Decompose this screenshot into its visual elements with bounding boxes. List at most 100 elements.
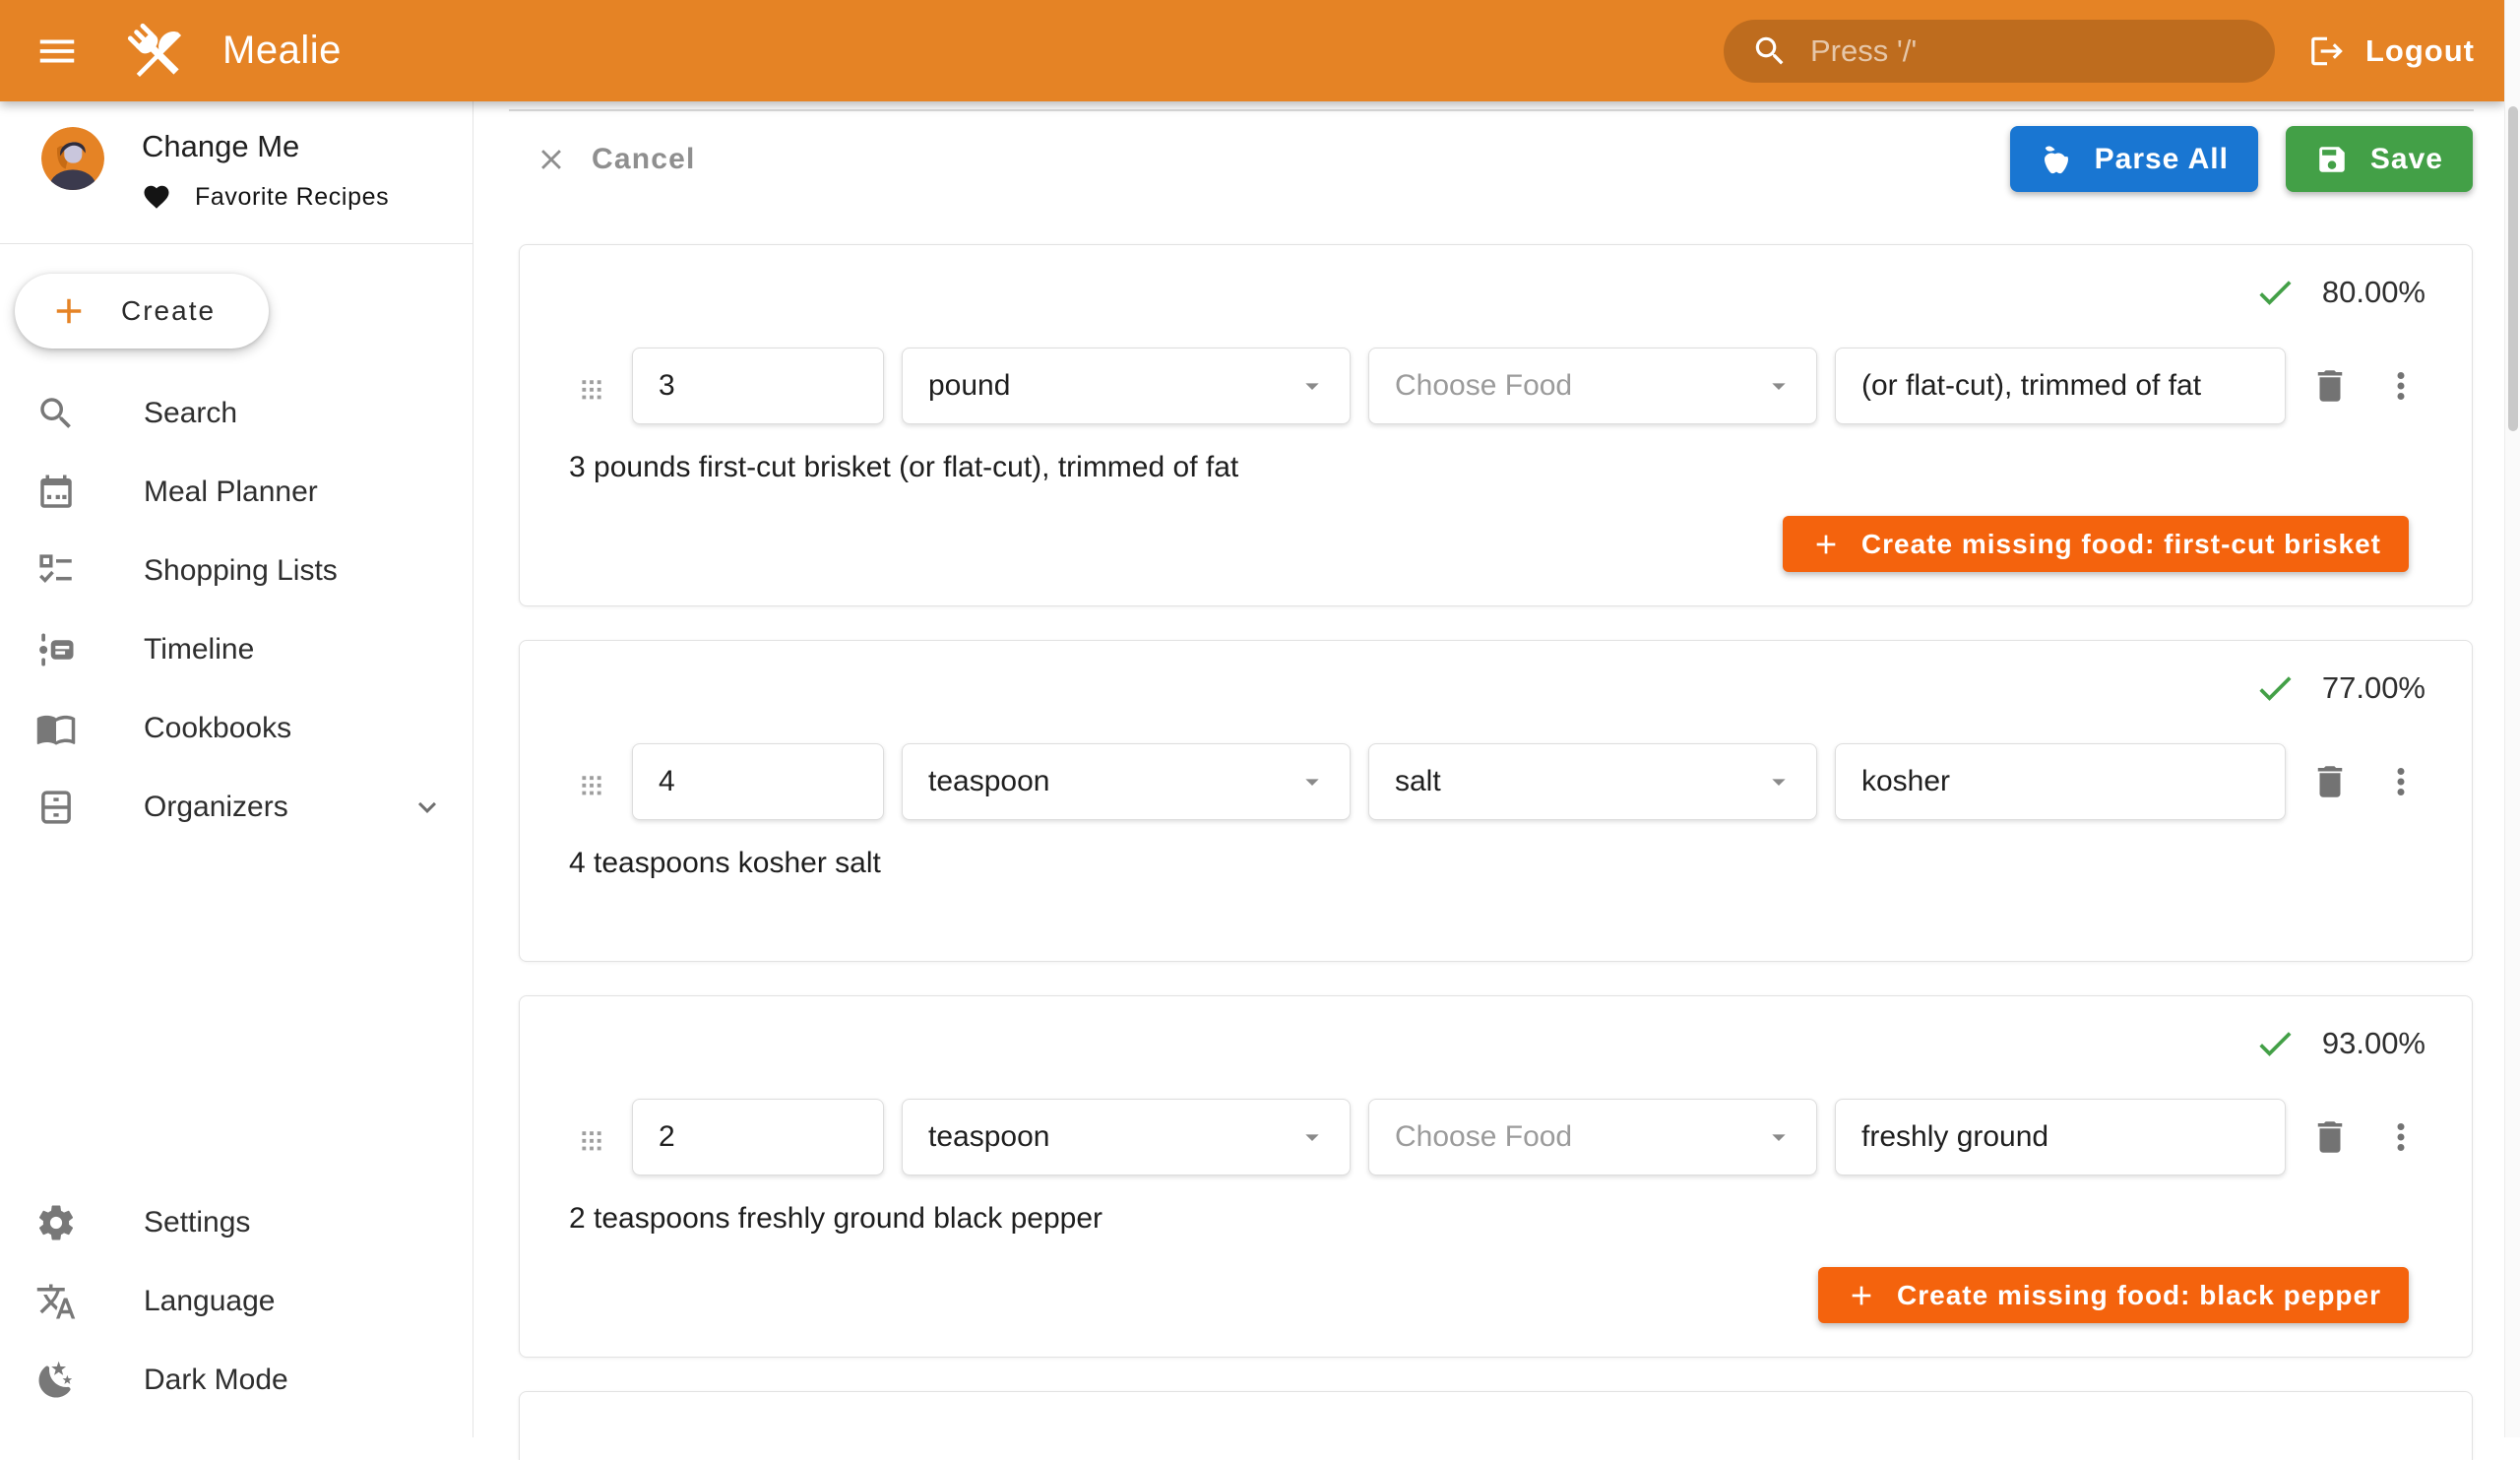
sidebar-item-label: Timeline — [144, 633, 254, 667]
ingredient-card-partial — [519, 1391, 2473, 1460]
sidebar-item-shopping-lists[interactable]: Shopping Lists — [0, 532, 472, 610]
check-icon — [2253, 271, 2297, 314]
trash-icon — [2309, 1116, 2351, 1158]
missing-food-row: Create missing food: black pepper — [569, 1267, 2427, 1323]
quantity-input[interactable] — [633, 1100, 883, 1174]
unit-select[interactable]: pound — [902, 348, 1351, 424]
sidebar-item-label: Settings — [144, 1206, 250, 1239]
sidebar-item-dark-mode[interactable]: Dark Mode — [0, 1341, 472, 1420]
main-content: Cancel Parse All Save 80.00% — [473, 101, 2504, 1437]
hamburger-icon — [34, 29, 80, 74]
confidence-row: 93.00% — [569, 1016, 2427, 1071]
menu-down-icon — [1763, 766, 1795, 797]
create-missing-food-button[interactable]: Create missing food: first-cut brisket — [1783, 516, 2409, 572]
ingredient-card: 80.00% pound Choose Food — [519, 244, 2473, 606]
note-input[interactable] — [1836, 744, 2285, 819]
mealie-logo-icon — [122, 18, 189, 85]
global-search[interactable] — [1724, 20, 2275, 83]
menu-down-icon — [1763, 370, 1795, 402]
menu-button[interactable] — [30, 24, 85, 79]
sidebar-item-timeline[interactable]: Timeline — [0, 610, 472, 689]
sidebar-item-search[interactable]: Search — [0, 374, 472, 453]
translate-icon — [35, 1281, 77, 1322]
create-button[interactable]: Create — [15, 274, 269, 349]
user-block: Change Me Favorite Recipes — [0, 101, 472, 212]
more-options-button[interactable] — [2374, 359, 2427, 413]
original-ingredient-text: 4 teaspoons kosher salt — [569, 846, 2427, 880]
chevron-down-icon — [410, 790, 445, 825]
timeline-icon — [35, 629, 77, 670]
more-options-button[interactable] — [2374, 1111, 2427, 1164]
favorite-recipes-label: Favorite Recipes — [195, 183, 389, 212]
sidebar-item-label: Language — [144, 1285, 275, 1318]
drag-handle[interactable] — [569, 363, 614, 409]
plus-icon — [1810, 529, 1842, 560]
scrollbar-track[interactable] — [2504, 0, 2520, 1437]
sidebar-item-label: Cookbooks — [144, 712, 291, 745]
avatar[interactable] — [41, 127, 104, 190]
create-missing-food-label: Create missing food: first-cut brisket — [1861, 529, 2381, 560]
parse-all-label: Parse All — [2095, 143, 2229, 176]
menu-down-icon — [1296, 766, 1328, 797]
checklist-icon — [35, 550, 77, 592]
check-icon — [2253, 667, 2297, 710]
user-name: Change Me — [142, 129, 389, 164]
unit-select[interactable]: teaspoon — [902, 743, 1351, 820]
drag-icon — [569, 363, 614, 409]
ingredient-inputs-row: teaspoon Choose Food — [569, 1099, 2427, 1175]
drag-handle[interactable] — [569, 1114, 614, 1160]
food-select[interactable]: Choose Food — [1368, 348, 1817, 424]
create-missing-food-button[interactable]: Create missing food: black pepper — [1818, 1267, 2409, 1323]
search-icon — [35, 393, 77, 434]
original-ingredient-text: 3 pounds first-cut brisket (or flat-cut)… — [569, 450, 2427, 484]
save-button[interactable]: Save — [2286, 126, 2473, 192]
sidebar-item-settings[interactable]: Settings — [0, 1183, 472, 1262]
scrolled-card-edge — [509, 109, 2474, 111]
delete-button[interactable] — [2303, 1111, 2357, 1164]
logout-button[interactable]: Logout — [2308, 32, 2475, 70]
more-options-button[interactable] — [2374, 755, 2427, 808]
ingredient-card: 93.00% teaspoon Choose Food — [519, 995, 2473, 1358]
parser-toolbar: Cancel Parse All Save — [519, 126, 2473, 192]
search-icon — [1751, 32, 1789, 70]
favorite-recipes-link[interactable]: Favorite Recipes — [142, 182, 389, 212]
drag-icon — [569, 759, 614, 804]
food-select[interactable]: Choose Food — [1368, 1099, 1817, 1175]
menu-down-icon — [1296, 370, 1328, 402]
drag-icon — [569, 1114, 614, 1160]
kebab-icon — [2380, 365, 2422, 407]
sidebar-item-label: Search — [144, 397, 237, 430]
delete-button[interactable] — [2303, 755, 2357, 808]
cancel-button[interactable]: Cancel — [535, 143, 696, 176]
sidebar-item-language[interactable]: Language — [0, 1262, 472, 1341]
scrollbar-thumb[interactable] — [2508, 106, 2518, 431]
ingredient-cards: 80.00% pound Choose Food — [519, 244, 2473, 1460]
note-field — [1835, 1099, 2286, 1175]
gear-icon — [35, 1202, 77, 1243]
quantity-field — [632, 1099, 884, 1175]
sidebar-item-organizers[interactable]: Organizers — [0, 768, 472, 847]
delete-button[interactable] — [2303, 359, 2357, 413]
ingredient-inputs-row: pound Choose Food — [569, 348, 2427, 424]
sidebar-item-meal-planner[interactable]: Meal Planner — [0, 453, 472, 532]
app-bar: Mealie Logout — [0, 0, 2504, 101]
food-placeholder: Choose Food — [1395, 1120, 1572, 1154]
confidence-value: 80.00% — [2322, 275, 2426, 310]
close-icon — [535, 143, 568, 176]
food-select[interactable]: salt — [1368, 743, 1817, 820]
quantity-field — [632, 743, 884, 820]
moon-icon — [35, 1360, 77, 1401]
note-input[interactable] — [1836, 1100, 2285, 1174]
drag-handle[interactable] — [569, 759, 614, 804]
parse-all-button[interactable]: Parse All — [2010, 126, 2258, 192]
quantity-input[interactable] — [633, 349, 883, 423]
quantity-input[interactable] — [633, 744, 883, 819]
trash-icon — [2309, 365, 2351, 407]
sidebar-item-cookbooks[interactable]: Cookbooks — [0, 689, 472, 768]
note-field — [1835, 348, 2286, 424]
ingredient-inputs-row: teaspoon salt — [569, 743, 2427, 820]
search-input[interactable] — [1810, 33, 2255, 69]
menu-down-icon — [1763, 1121, 1795, 1153]
unit-select[interactable]: teaspoon — [902, 1099, 1351, 1175]
note-input[interactable] — [1836, 349, 2285, 423]
